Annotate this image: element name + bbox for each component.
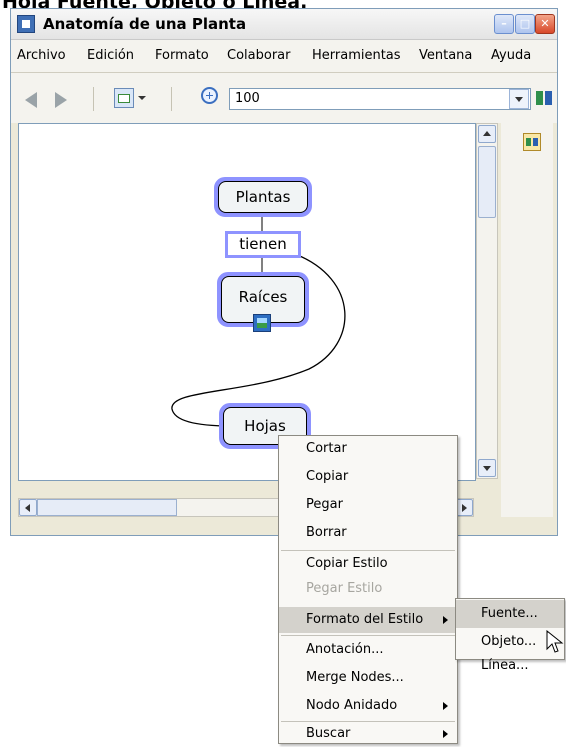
scroll-left-button[interactable]	[19, 499, 37, 516]
chevron-down-icon[interactable]	[138, 96, 146, 100]
submenu-arrow-icon	[443, 730, 448, 738]
menu-herramientas[interactable]: Herramientas	[312, 48, 401, 64]
scroll-thumb[interactable]	[37, 499, 177, 516]
menu-item-label: Buscar	[306, 726, 351, 741]
link-phrase-tienen[interactable]: tienen	[225, 231, 301, 258]
window-title: Anatomía de una Planta	[43, 15, 247, 33]
menu-item-borrar[interactable]: Borrar	[279, 520, 457, 546]
toolbar: 100	[11, 73, 557, 123]
menu-item-merge-nodes[interactable]: Merge Nodes...	[279, 665, 457, 691]
back-arrow-icon[interactable]	[25, 92, 37, 108]
menu-item-cortar[interactable]: Cortar	[279, 436, 457, 462]
menu-item-label: Formato del Estilo	[306, 612, 424, 627]
scroll-down-button[interactable]	[478, 459, 496, 477]
chevron-down-icon	[483, 466, 491, 471]
zoom-in-icon[interactable]	[201, 87, 218, 104]
context-menu: Cortar Copiar Pegar Borrar Copiar Estilo…	[278, 435, 458, 744]
toolbar-divider	[171, 87, 172, 111]
submenu-arrow-icon	[443, 702, 448, 710]
view-icon[interactable]	[114, 88, 134, 108]
app-icon	[17, 15, 35, 33]
collaboration-icon[interactable]	[536, 88, 554, 108]
submenu-item-fuente[interactable]: Fuente...	[456, 600, 564, 628]
forward-arrow-icon[interactable]	[55, 92, 67, 108]
title-bar: Anatomía de una Planta – □ ✕	[11, 9, 557, 40]
menu-item-pegar-estilo[interactable]: Pegar Estilo	[279, 576, 457, 602]
menu-item-formato-del-estilo[interactable]: Formato del Estilo	[279, 607, 457, 633]
menu-item-buscar[interactable]: Buscar	[279, 721, 457, 747]
chevron-right-icon	[462, 504, 467, 512]
node-label: Plantas	[218, 181, 308, 213]
scroll-thumb[interactable]	[478, 146, 496, 218]
concept-map-canvas[interactable]: Plantas tienen Raíces Hojas	[18, 123, 476, 481]
chevron-left-icon	[25, 504, 30, 512]
chevron-up-icon	[483, 131, 491, 136]
maximize-button[interactable]: □	[515, 14, 535, 34]
node-plantas[interactable]: Plantas	[214, 177, 312, 217]
menu-bar: Archivo Edición Formato Colaborar Herram…	[11, 40, 557, 73]
toolbar-divider	[93, 87, 94, 111]
scroll-up-button[interactable]	[478, 125, 496, 143]
menu-item-pegar[interactable]: Pegar	[279, 492, 457, 518]
zoom-input[interactable]: 100	[229, 88, 531, 110]
image-resource-icon[interactable]	[253, 314, 271, 332]
submenu-item-linea[interactable]: Línea...	[456, 654, 564, 678]
chevron-down-icon	[515, 97, 523, 102]
right-tool-panel	[501, 123, 553, 517]
minimize-button[interactable]: –	[494, 14, 514, 34]
menu-edicion[interactable]: Edición	[87, 48, 134, 64]
menu-item-copiar-estilo[interactable]: Copiar Estilo	[279, 551, 457, 577]
menu-separator	[281, 635, 455, 636]
menu-ventana[interactable]: Ventana	[419, 48, 472, 64]
collaboration-icon[interactable]	[523, 133, 541, 151]
mouse-cursor-icon	[546, 630, 564, 653]
menu-formato[interactable]: Formato	[155, 48, 209, 64]
menu-ayuda[interactable]: Ayuda	[491, 48, 531, 64]
zoom-dropdown-button[interactable]	[509, 89, 529, 109]
menu-archivo[interactable]: Archivo	[17, 48, 66, 64]
close-button[interactable]: ✕	[535, 14, 555, 34]
submenu-arrow-icon	[443, 616, 448, 624]
vertical-scrollbar[interactable]	[476, 123, 498, 479]
menu-item-copiar[interactable]: Copiar	[279, 464, 457, 490]
menu-item-nodo-anidado[interactable]: Nodo Anidado	[279, 693, 457, 719]
menu-colaborar[interactable]: Colaborar	[227, 48, 290, 64]
menu-item-anotacion[interactable]: Anotación...	[279, 637, 457, 663]
menu-item-label: Nodo Anidado	[306, 698, 398, 713]
